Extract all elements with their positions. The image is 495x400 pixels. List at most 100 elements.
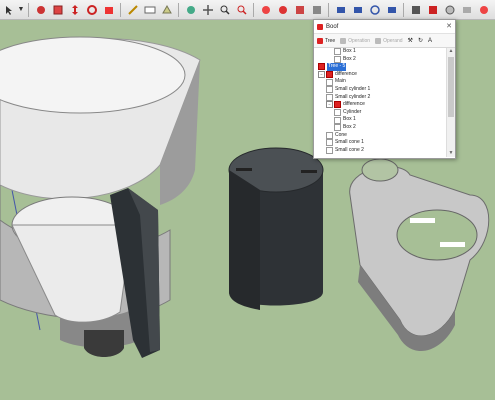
tree-row-label: Cylinder	[343, 108, 362, 115]
box-node-icon	[334, 109, 341, 117]
operation-button-label: Operation	[348, 37, 371, 44]
toolbar-separator	[253, 2, 254, 17]
tree-row[interactable]: − difference	[314, 101, 446, 109]
expander-icon[interactable]: −	[318, 71, 325, 79]
zoom-extents-icon[interactable]	[235, 3, 249, 17]
scroll-down-icon[interactable]: ▼	[447, 150, 455, 157]
tree-row[interactable]: Box 1	[314, 116, 446, 124]
toolbar-separator	[328, 2, 329, 17]
wireframe-icon[interactable]	[460, 3, 474, 17]
zoom-icon[interactable]	[218, 3, 232, 17]
right-view-icon[interactable]	[385, 3, 399, 17]
tree-row[interactable]: Small cone 1	[314, 139, 446, 147]
box-node-icon	[326, 86, 333, 94]
xray-icon[interactable]	[443, 3, 457, 17]
refresh-button[interactable]: ↻	[418, 37, 423, 44]
tree-scrollbar[interactable]: ▲ ▼	[446, 48, 455, 157]
funnel-model	[0, 36, 201, 358]
scroll-thumb[interactable]	[448, 57, 454, 117]
box-node-icon	[326, 78, 333, 86]
tree-row-label: Small cone 1	[335, 139, 364, 146]
toolbar-separator	[178, 2, 179, 17]
boolean-node-icon	[326, 71, 333, 79]
scale-icon[interactable]	[102, 3, 116, 17]
expander-icon[interactable]: −	[326, 101, 333, 109]
top-view-icon[interactable]	[351, 3, 365, 17]
tree-row-label: Main	[335, 78, 346, 85]
text-icon[interactable]	[143, 3, 157, 17]
hidden-line-icon[interactable]	[477, 3, 491, 17]
boof-logo-icon	[317, 23, 323, 30]
orbit-icon[interactable]	[184, 3, 198, 17]
section-icon[interactable]	[160, 3, 174, 17]
operation-icon	[340, 37, 347, 44]
box-node-icon	[326, 131, 333, 139]
tree-row[interactable]: Box 1	[314, 48, 446, 56]
tree-row[interactable]: Box 2	[314, 56, 446, 64]
move-icon[interactable]	[68, 3, 82, 17]
pan-icon[interactable]	[201, 3, 215, 17]
layers-icon[interactable]	[276, 3, 290, 17]
wrench-button[interactable]: ⚒	[408, 37, 413, 44]
tree-row[interactable]: Main	[314, 78, 446, 86]
tree-row-label: Box 1	[343, 116, 356, 123]
tree-row[interactable]: Tree - 5	[314, 63, 446, 71]
box-node-icon	[326, 147, 333, 155]
link-plate-model	[349, 158, 490, 352]
tree-button[interactable]: Tree	[317, 37, 336, 44]
tree-row[interactable]: Cone	[314, 132, 446, 140]
close-icon[interactable]: ✕	[446, 22, 452, 30]
box-node-icon	[334, 116, 341, 124]
dialog-title-bar[interactable]: Boof	[314, 20, 455, 34]
tree-row-label: difference	[335, 70, 357, 77]
tree-row[interactable]: Small cylinder 2	[314, 94, 446, 102]
scroll-up-icon[interactable]: ▲	[447, 48, 455, 55]
operand-button-label: Operand	[383, 37, 403, 44]
boolean-node-icon	[318, 63, 325, 71]
font-button[interactable]: A	[428, 38, 432, 44]
tree-row[interactable]: − difference	[314, 71, 446, 79]
toolbar-separator	[403, 2, 404, 17]
main-toolbar: ▼	[0, 0, 495, 20]
rotate-icon[interactable]	[85, 3, 99, 17]
box-node-icon	[334, 55, 341, 63]
dialog-title: Boof	[326, 23, 339, 30]
operand-icon	[375, 37, 382, 44]
scenes-icon[interactable]	[310, 3, 324, 17]
styles-icon[interactable]	[293, 3, 307, 17]
tree-button-label: Tree	[325, 37, 336, 44]
tree-row-label: difference	[343, 101, 365, 108]
iso-view-icon[interactable]	[334, 3, 348, 17]
select-icon[interactable]	[2, 3, 16, 17]
tree-row[interactable]: Small cylinder 1	[314, 86, 446, 94]
boof-dialog: Boof ✕ Tree Operation Operand ⚒ ↻ A Box …	[313, 19, 456, 159]
tree-row[interactable]: Small cone 2	[314, 147, 446, 155]
boof-icon[interactable]	[426, 3, 440, 17]
cylinder-model	[228, 147, 324, 310]
tree-row-label: Small cylinder 1	[335, 85, 371, 92]
model-info-icon[interactable]	[259, 3, 273, 17]
tree-row-label: Box 1	[343, 48, 356, 54]
tree-row[interactable]: Box 2	[314, 124, 446, 132]
box-node-icon	[326, 93, 333, 101]
tree-row-label: Small cone 2	[335, 146, 364, 153]
dialog-toolbar: Tree Operation Operand ⚒ ↻ A	[314, 34, 455, 48]
tree-row-label: Cone	[335, 131, 347, 138]
paint-icon[interactable]	[34, 3, 48, 17]
boolean-node-icon	[334, 101, 341, 109]
boof-tree: Box 1 Box 2 Tree - 5− difference Main Small c…	[314, 48, 446, 157]
back-view-icon[interactable]	[409, 3, 423, 17]
box-node-icon	[326, 139, 333, 147]
font-icon: A	[427, 37, 432, 44]
tree-row-label: Tree - 5	[327, 63, 347, 71]
tree-row-label: Small cylinder 2	[335, 93, 371, 100]
measure-icon[interactable]	[126, 3, 140, 17]
toolbar-separator	[120, 2, 121, 17]
dropdown-arrow-icon[interactable]: ▼	[17, 3, 25, 17]
operation-button[interactable]: Operation	[340, 37, 371, 44]
front-view-icon[interactable]	[368, 3, 382, 17]
operand-button[interactable]: Operand	[375, 37, 403, 44]
refresh-icon: ↻	[417, 38, 423, 44]
component-icon[interactable]	[51, 3, 65, 17]
tree-row[interactable]: Cylinder	[314, 109, 446, 117]
